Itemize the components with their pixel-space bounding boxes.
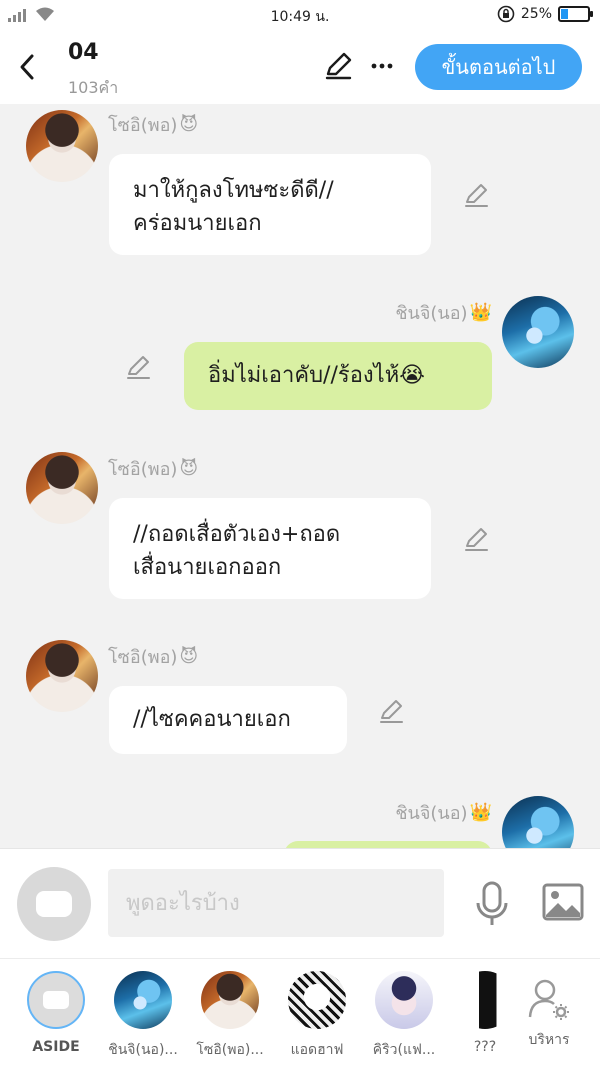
aside-toggle-button[interactable] [17, 867, 91, 941]
aside-avatar [27, 971, 85, 1029]
avatar [375, 971, 433, 1029]
aside-icon [36, 891, 72, 917]
sender-label: โซอิ(พอ) [108, 115, 178, 136]
crown-emoji: 👑 [469, 802, 492, 823]
message-bubble[interactable]: //ไซคคอนายเอก [109, 686, 347, 754]
avatar[interactable] [502, 296, 574, 368]
character-label: แอดฮาฟ [290, 1042, 344, 1058]
message-text: //ไซคคอนายเอก [133, 707, 291, 732]
avatar [201, 971, 259, 1029]
word-count: 103คำ [68, 78, 119, 97]
message-text: คร่อมนายเอก [133, 211, 262, 236]
battery-icon [558, 6, 593, 22]
character-shinji[interactable]: ชินจิ(นอ)... [98, 971, 188, 1061]
sender-name: โซอิ(พอ) 😈 [108, 642, 198, 671]
manage-characters-button[interactable]: บริหาร [504, 971, 594, 1051]
devil-emoji: 😈 [179, 646, 199, 667]
avatar[interactable] [26, 452, 98, 524]
sender-name: ชินจิ(นอ) 👑 [395, 798, 492, 827]
character-soji[interactable]: โซอิ(พอ)... [185, 971, 275, 1061]
character-label: โซอิ(พอ)... [196, 1042, 264, 1058]
character-label: ชินจิ(นอ)... [108, 1042, 178, 1058]
input-bar [0, 848, 600, 958]
message-bubble[interactable]: มาให้กูลงโทษซะดีดี// คร่อมนายเอก [109, 154, 431, 255]
chat-header: 04 103คำ ขั้นตอนต่อไป [0, 32, 600, 104]
character-bar: ASIDE ชินจิ(นอ)... โซอิ(พอ)... แอดฮาฟ คิ… [0, 958, 600, 1067]
sender-label: ชินจิ(นอ) [395, 303, 468, 324]
message-text: อิ่มไม่เอาคับ//ร้องไห้😭 [208, 363, 425, 388]
edit-message-icon[interactable] [377, 698, 405, 726]
avatar [288, 971, 346, 1029]
sender-name: โซอิ(พอ) 😈 [108, 110, 198, 139]
edit-message-icon[interactable] [124, 354, 152, 382]
message-bubble[interactable] [284, 841, 492, 848]
sender-label: ชินจิ(นอ) [395, 803, 468, 824]
character-label: บริหาร [528, 1032, 570, 1048]
status-right: 25% [497, 5, 593, 23]
status-bar: 10:49 น. 25% [0, 0, 600, 32]
character-aside[interactable]: ASIDE [11, 971, 101, 1055]
avatar [114, 971, 172, 1029]
character-label: ASIDE [32, 1039, 80, 1055]
message-text: //ถอดเสื่อตัวเอง+ถอด [133, 522, 341, 547]
devil-emoji: 😈 [179, 458, 199, 479]
edit-message-icon[interactable] [462, 182, 490, 210]
sender-label: โซอิ(พอ) [108, 647, 178, 668]
more-icon[interactable] [368, 52, 396, 80]
page-title: 04 [68, 40, 99, 65]
message-bubble[interactable]: //ถอดเสื่อตัวเอง+ถอด เสื่อนายเอกออก [109, 498, 431, 599]
sender-name: โซอิ(พอ) 😈 [108, 454, 198, 483]
microphone-icon[interactable] [474, 881, 510, 927]
battery-percent: 25% [520, 6, 552, 22]
character-label: คิริว(แฟ... [372, 1042, 436, 1058]
message-input[interactable] [108, 869, 444, 937]
message-bubble[interactable]: อิ่มไม่เอาคับ//ร้องไห้😭 [184, 342, 492, 410]
message-text: เสื่อนายเอกออก [133, 555, 282, 580]
sender-label: โซอิ(พอ) [108, 459, 178, 480]
avatar[interactable] [26, 110, 98, 182]
character-adhap[interactable]: แอดฮาฟ [272, 971, 362, 1061]
avatar[interactable] [502, 796, 574, 848]
back-icon[interactable] [14, 52, 40, 82]
image-icon[interactable] [542, 883, 584, 921]
next-step-button[interactable]: ขั้นตอนต่อไป [415, 44, 582, 90]
message-text: มาให้กูลงโทษซะดีดี// [133, 178, 334, 203]
user-settings-icon [528, 979, 569, 1020]
character-kiriw[interactable]: คิริว(แฟ... [359, 971, 449, 1061]
sender-name: ชินจิ(นอ) 👑 [395, 298, 492, 327]
lock-rotation-icon [497, 5, 515, 23]
crown-emoji: 👑 [469, 302, 492, 323]
edit-icon[interactable] [322, 50, 354, 82]
avatar[interactable] [26, 640, 98, 712]
chat-area[interactable]: โซอิ(พอ) 😈 มาให้กูลงโทษซะดีดี// คร่อมนายเ… [0, 104, 600, 848]
edit-message-icon[interactable] [462, 526, 490, 554]
devil-emoji: 😈 [179, 114, 199, 135]
